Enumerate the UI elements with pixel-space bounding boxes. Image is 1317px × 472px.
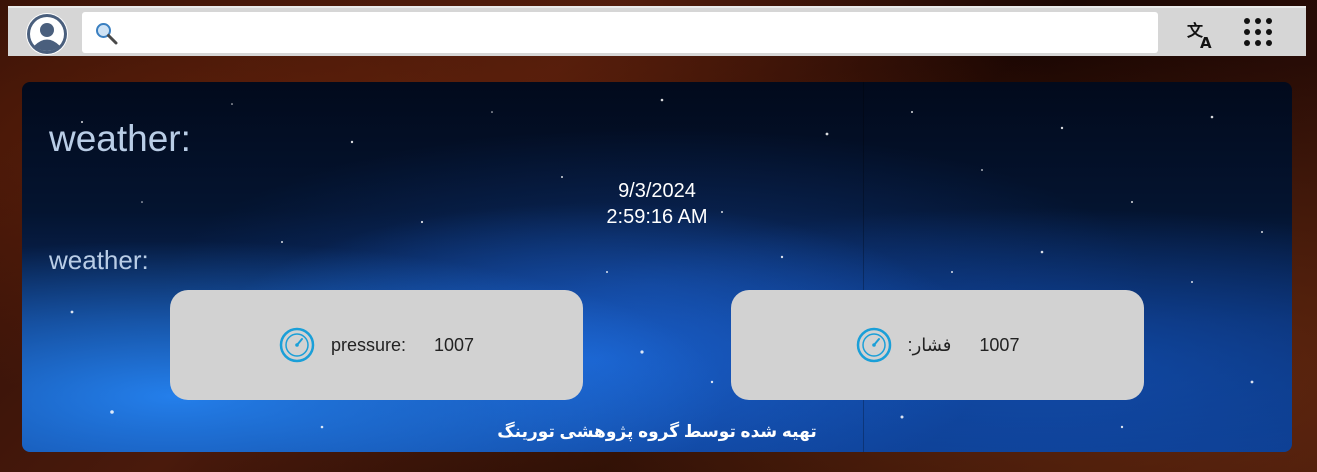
pressure-card-fa: :فشار 1007: [731, 290, 1144, 400]
top-bar: 文 A: [8, 6, 1306, 56]
search-bar: [82, 12, 1158, 53]
apps-grid-icon[interactable]: [1244, 18, 1274, 48]
section-title: weather:: [49, 245, 149, 275]
pressure-value: 1007: [434, 334, 475, 355]
pressure-label: pressure:: [330, 334, 406, 355]
search-icon[interactable]: [94, 21, 118, 50]
search-input[interactable]: [132, 18, 1146, 48]
svg-text:A: A: [1200, 34, 1212, 50]
date-text: 9/3/2024: [618, 180, 696, 202]
gauge-icon: [279, 327, 315, 363]
weather-panel: weather: 9/3/2024 2:59:16 AM weather: pr…: [22, 82, 1292, 452]
translate-icon[interactable]: 文 A: [1186, 18, 1218, 52]
gauge-icon: [856, 327, 892, 363]
footer-credit: تهیه شده توسط گروه پژوهشی تورینگ: [497, 422, 817, 441]
pressure-card-en: pressure: 1007: [170, 290, 583, 400]
time-text: 2:59:16 AM: [606, 206, 708, 228]
user-avatar-icon[interactable]: [26, 13, 68, 55]
pressure-value-fa: 1007: [979, 334, 1020, 355]
pressure-label-fa: :فشار: [907, 334, 952, 355]
page-title: weather:: [49, 118, 191, 159]
datetime-display: 9/3/2024 2:59:16 AM: [22, 178, 1292, 230]
